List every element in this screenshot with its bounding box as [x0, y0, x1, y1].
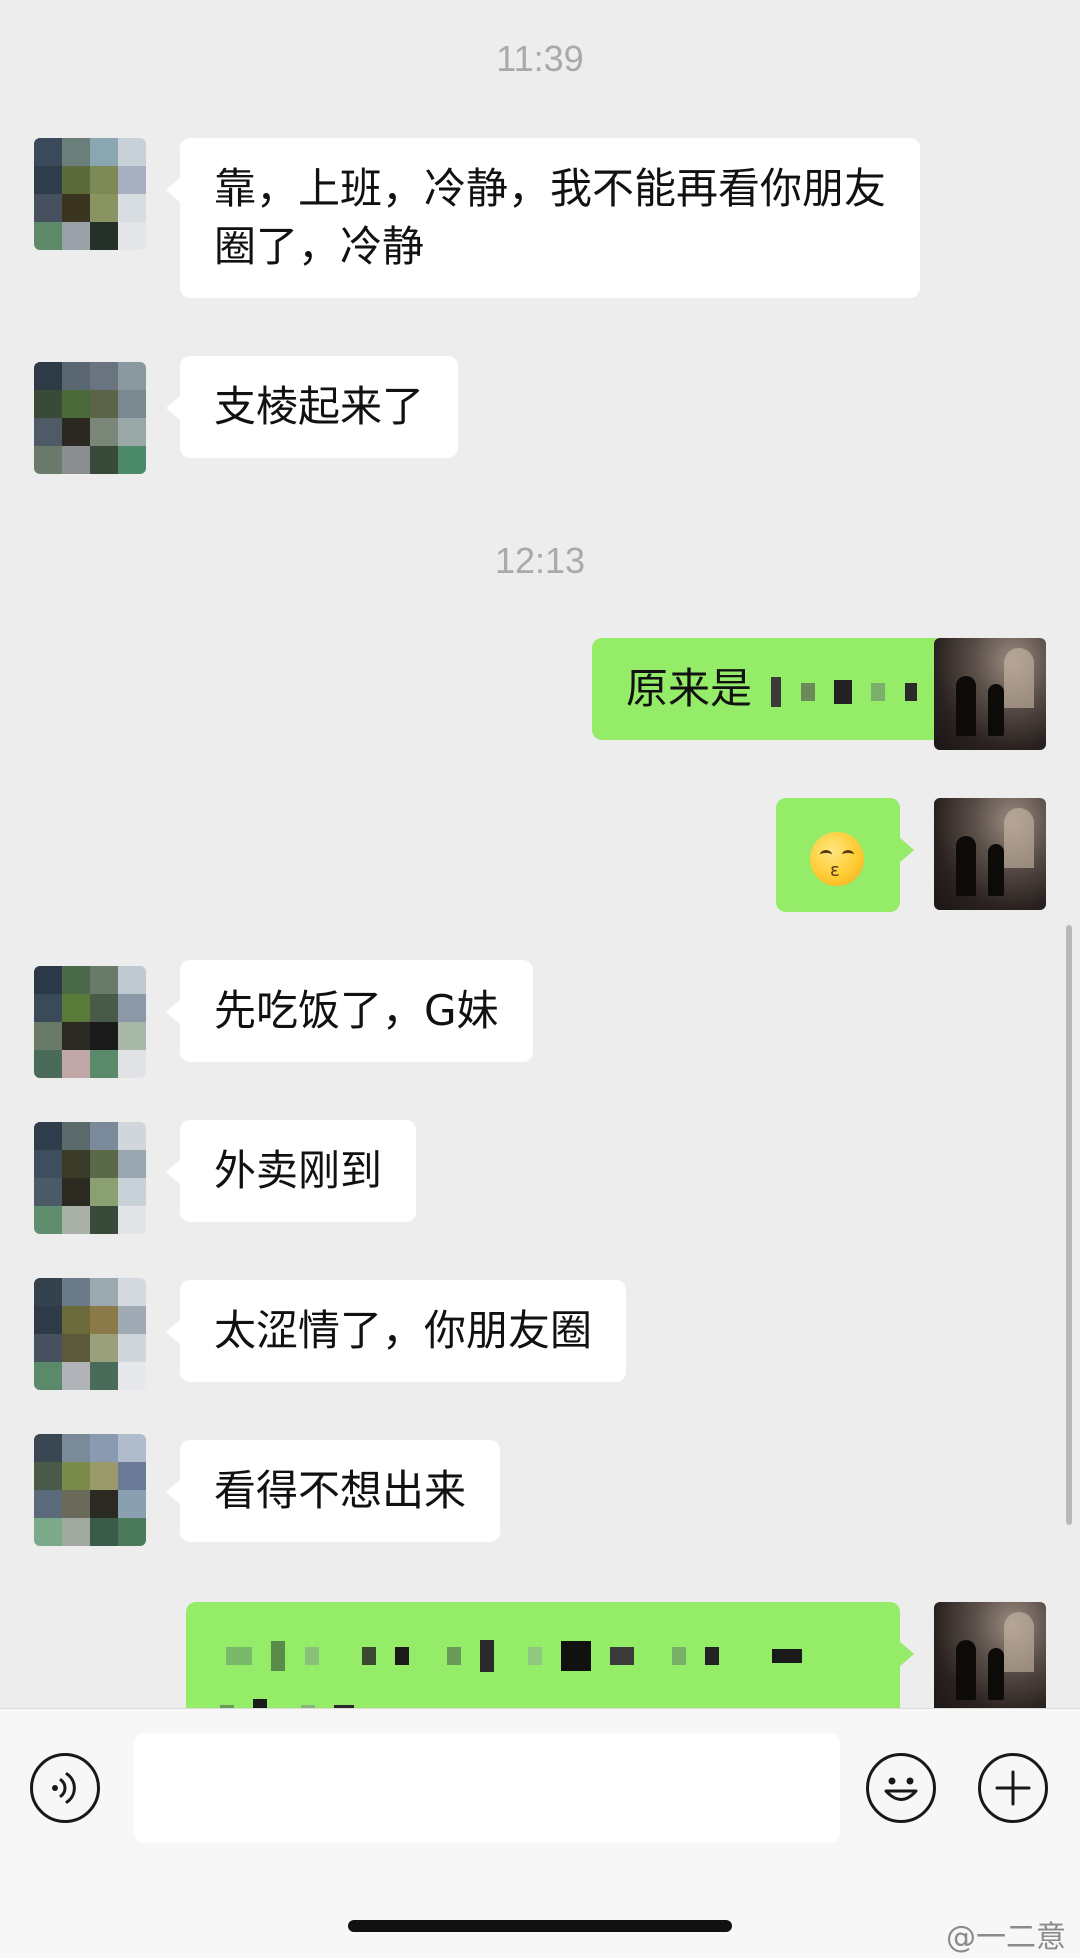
censor-mosaic: [671, 1646, 686, 1665]
censor-mosaic: [395, 1646, 410, 1665]
censor-mosaic: [560, 1640, 591, 1671]
photo-arch: [1004, 648, 1034, 708]
chat-screen: 11:39 靠，上班，冷静，我不能再看你朋友圈了，冷静 支棱起来了 12:13 …: [0, 0, 1080, 1958]
censor-mosaic: [834, 679, 853, 704]
my-avatar[interactable]: [934, 638, 1046, 750]
message-bubble-outgoing[interactable]: 原来是: [592, 638, 999, 740]
add-button[interactable]: [978, 1753, 1048, 1823]
contact-avatar[interactable]: [34, 966, 146, 1078]
photo-arch: [1004, 808, 1034, 868]
message-bubble-incoming[interactable]: 靠，上班，冷静，我不能再看你朋友圈了，冷静: [166, 138, 920, 298]
my-avatar[interactable]: [934, 798, 1046, 910]
contact-avatar[interactable]: [34, 362, 146, 474]
message-text: 太涩情了，你朋友圈: [214, 1306, 593, 1355]
message-bubble-incoming[interactable]: 支棱起来了: [165, 356, 459, 458]
timestamp: 11:39: [496, 38, 584, 79]
message-bubble-incoming[interactable]: 先吃饭了，G妹: [166, 960, 533, 1062]
timestamp: 12:13: [494, 540, 586, 581]
censor-mosaic: [800, 682, 815, 701]
emoji-mouth: ε: [830, 860, 840, 881]
censor-mosaic: [480, 1639, 495, 1672]
photo-figure: [988, 844, 1004, 896]
censor-mosaic: [527, 1646, 542, 1665]
watermark: @一二意: [946, 1920, 1066, 1955]
kissing-face-emoji: ε: [810, 832, 864, 886]
plus-icon: [995, 1770, 1031, 1806]
my-avatar[interactable]: [934, 1602, 1046, 1708]
contact-avatar[interactable]: [34, 1434, 146, 1546]
scrollbar[interactable]: [1066, 925, 1072, 1525]
message-bubble-incoming[interactable]: 太涩情了，你朋友圈: [165, 1280, 627, 1382]
contact-avatar[interactable]: [34, 138, 146, 250]
photo-figure: [956, 836, 976, 896]
censor-mosaic: [271, 1640, 286, 1671]
censor-mosaic: [610, 1646, 635, 1665]
message-bubble-incoming[interactable]: 外卖刚到: [165, 1120, 417, 1222]
contact-avatar[interactable]: [34, 1122, 146, 1234]
emoji-button[interactable]: [866, 1753, 936, 1823]
message-bubble-outgoing[interactable]: [186, 1602, 914, 1708]
censor-mosaic: [362, 1646, 377, 1665]
home-indicator: [348, 1920, 732, 1932]
photo-arch: [1004, 1612, 1034, 1672]
message-text: 外卖刚到: [214, 1146, 383, 1195]
censor-mosaic: [904, 682, 917, 701]
censor-mosaic: [446, 1646, 461, 1665]
message-text: 看得不想出来: [214, 1466, 467, 1515]
censor-mosaic: [704, 1646, 719, 1665]
censor-mosaic: [772, 1648, 803, 1663]
emoji-eye: [820, 850, 832, 859]
message-bubble-incoming[interactable]: 看得不想出来: [165, 1440, 501, 1542]
message-text: 先吃饭了，G妹: [214, 986, 499, 1035]
censor-mosaic: [871, 682, 886, 701]
voice-button[interactable]: [30, 1753, 100, 1823]
message-text: 靠，上班，冷静，我不能再看你朋友圈了，冷静: [214, 164, 887, 271]
message-list[interactable]: 11:39 靠，上班，冷静，我不能再看你朋友圈了，冷静 支棱起来了 12:13 …: [0, 0, 1080, 1708]
photo-figure: [988, 684, 1004, 736]
contact-avatar[interactable]: [34, 1278, 146, 1390]
censor-mosaic: [253, 1698, 268, 1708]
photo-figure: [956, 1640, 976, 1700]
photo-figure: [956, 676, 976, 736]
message-text: 原来是: [626, 664, 753, 713]
message-input[interactable]: [134, 1733, 840, 1843]
message-bubble-outgoing[interactable]: ε: [776, 798, 914, 912]
censor-mosaic: [771, 676, 782, 707]
censor-mosaic: [304, 1646, 319, 1665]
voice-icon: [52, 1772, 76, 1804]
emoji-icon: [884, 1777, 918, 1801]
censor-mosaic: [226, 1646, 252, 1665]
photo-figure: [988, 1648, 1004, 1700]
message-text: 支棱起来了: [214, 382, 425, 431]
emoji-eye: [842, 850, 854, 859]
